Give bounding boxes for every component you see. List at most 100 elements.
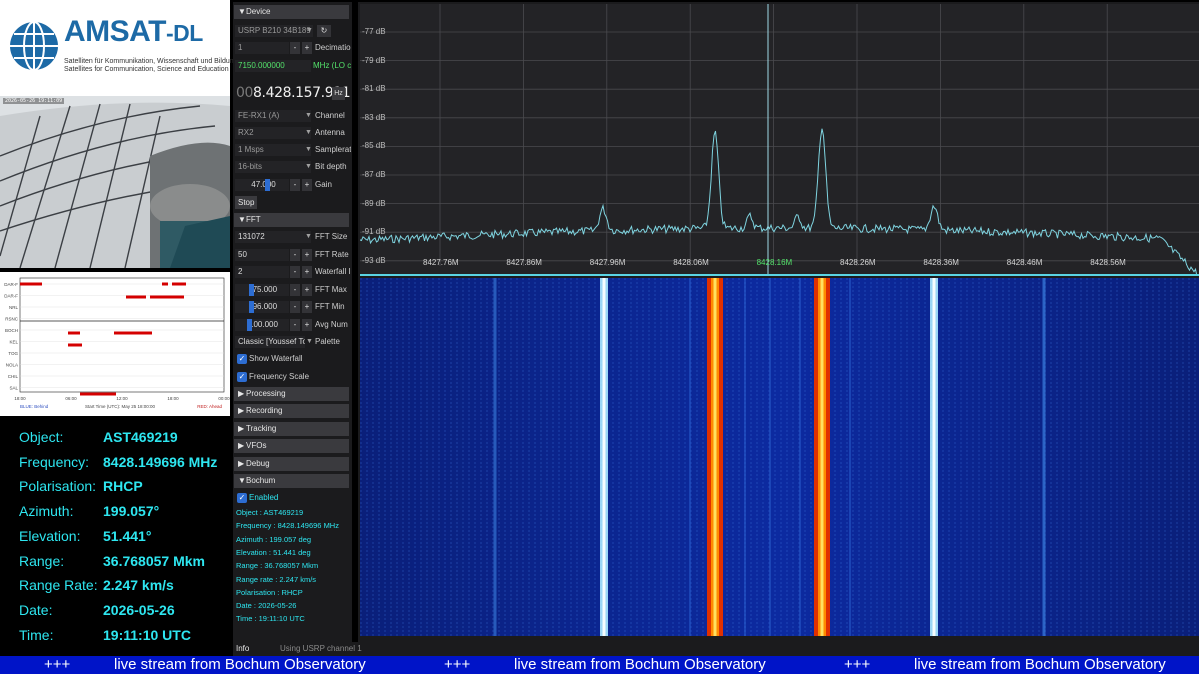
schedule-pass-bar [80,392,116,396]
waterfall-rate-field[interactable]: 2 [235,266,289,278]
waterfall-signal [744,278,746,636]
info-value: 51.441° [103,527,152,544]
fft-min-slider-knob[interactable] [249,301,254,313]
stop-button[interactable]: Stop [235,196,258,209]
device-select[interactable]: USRP B210 34B189 [235,25,313,37]
waterfall-display[interactable] [360,278,1199,636]
channel-select[interactable]: FE-RX1 (A) [235,110,311,122]
globe-icon [10,21,58,71]
decimation-plus-button[interactable]: + [302,42,312,54]
avg-num-minus-button[interactable]: - [290,319,300,331]
processing-header[interactable]: ▶ Processing [234,387,349,401]
enabled-row: ✓ Enabled [235,491,351,505]
bochum-header[interactable]: ▼Bochum [234,474,349,488]
antenna-row: RX2 ▼ Antenna [235,126,351,140]
fft-min-slider[interactable]: -96.000 [235,301,289,313]
frequency-unit-button[interactable]: Hz [332,87,345,100]
schedule-row-label: DAR-F [4,294,18,299]
schedule-pass-bar [20,282,42,286]
device-header[interactable]: ▼Device [234,5,349,19]
db-axis-label: -85 dB [362,141,386,151]
camera-timestamp: 2026-05-26 19:11:09 [3,98,65,104]
fft-spectrum-plot[interactable] [360,4,1199,276]
refresh-button[interactable]: ↻ [317,25,331,37]
schedule-pass-bar [126,295,146,299]
db-axis-label: -77 dB [362,27,386,36]
gain-minus-button[interactable]: - [290,179,300,191]
enabled-checkbox[interactable]: ✓ [237,493,247,503]
collapse-down-icon: ▼ [238,215,246,224]
samplerate-row: 1 Msps ▼ Samplerat [235,143,351,157]
decimation-row: 1 - + Decimatio [235,41,351,55]
fft-size-label: FFT Size [315,232,348,241]
frequency-scale-checkbox[interactable]: ✓ [237,372,247,382]
schedule-footer: Start Time (UTC): May 25 18:00:00 [85,404,156,409]
palette-select[interactable]: Classic [Youssef To [235,336,305,348]
tracking-header[interactable]: ▶ Tracking [234,422,349,436]
decimation-minus-button[interactable]: - [290,42,300,54]
schedule-footer: BLUE: Behind [20,404,49,409]
schedule-pass-bar [68,343,82,347]
fft-header[interactable]: ▼FFT [234,213,349,227]
decimation-label: Decimatio [315,43,351,52]
fft-size-select[interactable]: 131072 [235,231,311,243]
control-panel: ▼Device USRP B210 34B189 ▼ ↻ 1 - + Decim… [233,2,352,642]
schedule-svg: DAR-F DAR-F NRL RSNC BOCH KEL TOG NOLA CHIL SAL 18… [4,277,230,409]
collapse-down-icon: ▼ [238,7,246,16]
fft-max-minus-button[interactable]: - [290,284,300,296]
info-label: Frequency: [19,453,90,470]
lo-frequency-field[interactable]: 7150.000000 [235,60,311,72]
status-tab-info[interactable]: Info [236,642,249,656]
fft-min-plus-button[interactable]: + [302,301,312,313]
recording-header[interactable]: ▶ Recording [234,404,349,418]
gain-slider[interactable]: 47.000 [235,179,289,191]
bochum-info-line: Frequency : 8428.149696 MHz [236,521,339,531]
fft-max-plus-button[interactable]: + [302,284,312,296]
schedule-row-label: CHIL [8,374,19,379]
bitdepth-select[interactable]: 16-bits [235,161,311,173]
fft-size-row: 131072 ▼ FFT Size [235,230,351,244]
bochum-info-line: Range : 36.768057 Mkm [236,561,319,571]
info-value: 36.768057 Mkm [103,552,205,569]
gain-slider-knob[interactable] [265,179,270,191]
show-waterfall-checkbox[interactable]: ✓ [237,354,247,364]
device-row: USRP B210 34B189 ▼ ↻ [235,24,351,38]
fft-min-minus-button[interactable]: - [290,301,300,313]
bochum-info-line: Elevation : 51.441 deg [236,547,311,557]
debug-header[interactable]: ▶ Debug [234,457,349,471]
info-label: Range Rate: [19,577,98,594]
avg-num-slider[interactable]: 100.000 [235,319,289,331]
info-value: AST469219 [103,429,178,445]
camera-view: 2026-05-26 19:11:09 [0,96,230,268]
fft-rate-minus-button[interactable]: - [290,249,300,261]
schedule-x-tick: 00:00 [218,396,230,401]
waterfall-rate-plus-button[interactable]: + [302,266,312,278]
collapse-right-icon: ▶ [238,424,245,433]
info-label: Date: [19,601,53,618]
tracking-info: Object: AST469219 Frequency: 8428.149696 MH… [0,420,230,656]
spectrum-grid [360,4,1199,266]
gain-plus-button[interactable]: + [302,179,312,191]
waterfall-signal [493,278,497,636]
vfos-header[interactable]: ▶ VFOs [234,439,349,453]
info-value: 2.247 km/s [103,577,174,594]
fft-rate-plus-button[interactable]: + [302,249,312,261]
fft-rate-field[interactable]: 50 [235,249,289,261]
frequency-axis-label: 8428.06M [673,258,709,267]
fft-max-slider-knob[interactable] [249,284,254,296]
avg-num-slider-knob[interactable] [247,319,252,331]
logo-tagline-en: Satellites for Communication, Science an… [64,66,229,73]
waterfall-rate-minus-button[interactable]: - [290,266,300,278]
chevron-down-icon: ▼ [305,146,312,153]
db-axis-label: -83 dB [362,112,386,122]
info-label: Object: [19,429,64,445]
avg-num-plus-button[interactable]: + [302,319,312,331]
schedule-x-tick: 18:00 [167,396,179,401]
antenna-select[interactable]: RX2 [235,127,311,139]
decimation-field[interactable]: 1 [235,42,289,54]
db-axis-label: -87 dB [362,170,386,179]
samplerate-select[interactable]: 1 Msps [235,144,311,156]
waterfall-signal [602,278,606,636]
frequency-axis-label: 8428.16M [756,258,793,267]
fft-max-slider[interactable]: -75.000 [235,284,289,296]
